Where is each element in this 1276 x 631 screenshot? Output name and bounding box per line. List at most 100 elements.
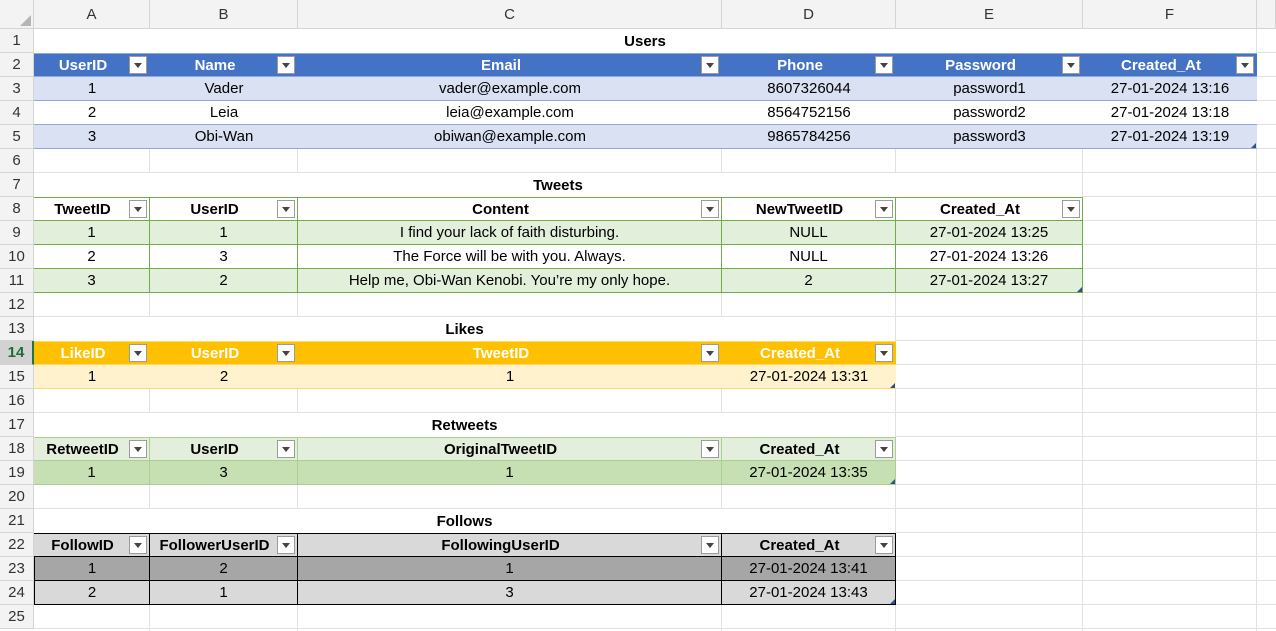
table-cell-tweets[interactable]: 2 (722, 269, 896, 293)
table-cell-users[interactable]: 3 (34, 125, 150, 149)
table-cell-follows[interactable]: 1 (34, 557, 150, 581)
table-resize-handle-follows[interactable] (890, 599, 895, 604)
filter-dropdown-retweets-created_at[interactable] (875, 440, 893, 458)
table-cell-tweets[interactable]: 2 (34, 245, 150, 269)
table-cell-follows[interactable]: 2 (34, 581, 150, 605)
row-header-10[interactable]: 10 (0, 245, 34, 269)
table-header-users-name[interactable]: Name (150, 53, 298, 77)
filter-dropdown-users-email[interactable] (701, 56, 719, 74)
spreadsheet-grid[interactable]: A B C D E F 1 2 3 4 5 6 7 8 9 10 11 12 13 14 15 16 17 18 19 20 21 2… (0, 0, 1276, 631)
filter-dropdown-users-userid[interactable] (129, 56, 147, 74)
table-cell-users[interactable]: 1 (34, 77, 150, 101)
filter-dropdown-follows-followid[interactable] (129, 536, 147, 554)
filter-dropdown-retweets-retweetid[interactable] (129, 440, 147, 458)
table-cell-users[interactable]: 2 (34, 101, 150, 125)
table-cell-users[interactable]: password3 (896, 125, 1083, 149)
table-cell-likes[interactable]: 27-01-2024 13:31 (722, 365, 896, 389)
table-cell-likes[interactable]: 2 (150, 365, 298, 389)
table-cell-retweets[interactable]: 27-01-2024 13:35 (722, 461, 896, 485)
table-cell-follows[interactable]: 3 (298, 581, 722, 605)
table-header-tweets-created_at[interactable]: Created_At (896, 197, 1083, 221)
filter-dropdown-tweets-tweetid[interactable] (129, 200, 147, 218)
table-resize-handle-likes[interactable] (890, 383, 895, 388)
table-header-likes-userid[interactable]: UserID (150, 341, 298, 365)
table-header-retweets-created_at[interactable]: Created_At (722, 437, 896, 461)
table-resize-handle-tweets[interactable] (1077, 287, 1082, 292)
table-header-users-email[interactable]: Email (298, 53, 722, 77)
row-header-13[interactable]: 13 (0, 317, 34, 341)
table-cell-users[interactable]: 9865784256 (722, 125, 896, 149)
table-resize-handle-users[interactable] (1251, 143, 1256, 148)
row-header-12[interactable]: 12 (0, 293, 34, 317)
filter-dropdown-users-created_at[interactable] (1236, 56, 1254, 74)
filter-dropdown-likes-tweetid[interactable] (701, 344, 719, 362)
table-cell-retweets[interactable]: 1 (298, 461, 722, 485)
filter-dropdown-users-password[interactable] (1062, 56, 1080, 74)
table-header-tweets-userid[interactable]: UserID (150, 197, 298, 221)
table-cell-users[interactable]: 8607326044 (722, 77, 896, 101)
column-header-blank[interactable] (1257, 0, 1276, 29)
filter-dropdown-follows-followinguserid[interactable] (701, 536, 719, 554)
filter-dropdown-tweets-content[interactable] (701, 200, 719, 218)
row-header-25[interactable]: 25 (0, 605, 34, 629)
table-header-users-created_at[interactable]: Created_At (1083, 53, 1257, 77)
table-cell-follows[interactable]: 27-01-2024 13:41 (722, 557, 896, 581)
table-cell-follows[interactable]: 27-01-2024 13:43 (722, 581, 896, 605)
table-header-follows-followinguserid[interactable]: FollowingUserID (298, 533, 722, 557)
table-header-follows-followeruserid[interactable]: FollowerUserID (150, 533, 298, 557)
row-header-17[interactable]: 17 (0, 413, 34, 437)
filter-dropdown-likes-userid[interactable] (277, 344, 295, 362)
table-cell-tweets[interactable]: NULL (722, 245, 896, 269)
table-cell-users[interactable]: Vader (150, 77, 298, 101)
table-resize-handle-retweets[interactable] (890, 479, 895, 484)
table-cell-retweets[interactable]: 3 (150, 461, 298, 485)
filter-dropdown-users-name[interactable] (277, 56, 295, 74)
table-cell-follows[interactable]: 2 (150, 557, 298, 581)
filter-dropdown-likes-created_at[interactable] (875, 344, 893, 362)
row-header-3[interactable]: 3 (0, 77, 34, 101)
column-header-c[interactable]: C (298, 0, 722, 29)
table-cell-tweets[interactable]: NULL (722, 221, 896, 245)
table-cell-follows[interactable]: 1 (298, 557, 722, 581)
row-header-11[interactable]: 11 (0, 269, 34, 293)
table-cell-tweets[interactable]: 1 (34, 221, 150, 245)
row-header-15[interactable]: 15 (0, 365, 34, 389)
row-header-6[interactable]: 6 (0, 149, 34, 173)
table-cell-users[interactable]: Leia (150, 101, 298, 125)
filter-dropdown-tweets-newtweetid[interactable] (875, 200, 893, 218)
row-header-5[interactable]: 5 (0, 125, 34, 149)
row-header-9[interactable]: 9 (0, 221, 34, 245)
table-cell-tweets[interactable]: I find your lack of faith disturbing. (298, 221, 722, 245)
row-header-22[interactable]: 22 (0, 533, 34, 557)
filter-dropdown-retweets-userid[interactable] (277, 440, 295, 458)
table-cell-tweets[interactable]: 2 (150, 269, 298, 293)
row-header-1[interactable]: 1 (0, 29, 34, 53)
table-header-follows-created_at[interactable]: Created_At (722, 533, 896, 557)
table-cell-likes[interactable]: 1 (298, 365, 722, 389)
row-header-24[interactable]: 24 (0, 581, 34, 605)
table-cell-users[interactable]: password2 (896, 101, 1083, 125)
column-header-e[interactable]: E (896, 0, 1083, 29)
row-header-18[interactable]: 18 (0, 437, 34, 461)
table-cell-users[interactable]: Obi-Wan (150, 125, 298, 149)
table-cell-users[interactable]: 27-01-2024 13:19 (1083, 125, 1257, 149)
column-header-a[interactable]: A (34, 0, 150, 29)
table-cell-users[interactable]: password1 (896, 77, 1083, 101)
select-all-corner[interactable] (0, 0, 34, 29)
table-cell-users[interactable]: obiwan@example.com (298, 125, 722, 149)
filter-dropdown-likes-likeid[interactable] (129, 344, 147, 362)
filter-dropdown-follows-created_at[interactable] (875, 536, 893, 554)
row-header-14[interactable]: 14 (0, 341, 34, 365)
table-cell-tweets[interactable]: 3 (150, 245, 298, 269)
filter-dropdown-users-phone[interactable] (875, 56, 893, 74)
table-cell-tweets[interactable]: 27-01-2024 13:25 (896, 221, 1083, 245)
row-header-4[interactable]: 4 (0, 101, 34, 125)
filter-dropdown-tweets-userid[interactable] (277, 200, 295, 218)
table-header-retweets-userid[interactable]: UserID (150, 437, 298, 461)
row-header-23[interactable]: 23 (0, 557, 34, 581)
table-cell-users[interactable]: vader@example.com (298, 77, 722, 101)
column-header-d[interactable]: D (722, 0, 896, 29)
table-cell-tweets[interactable]: 27-01-2024 13:27 (896, 269, 1083, 293)
table-cell-users[interactable]: leia@example.com (298, 101, 722, 125)
table-header-likes-tweetid[interactable]: TweetID (298, 341, 722, 365)
